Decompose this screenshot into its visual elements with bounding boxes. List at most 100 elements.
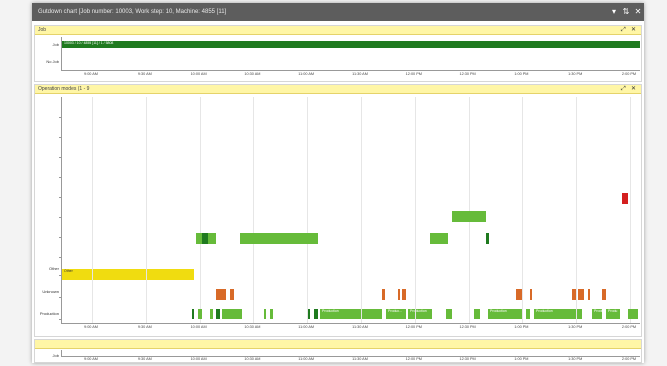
state-segment[interactable]: [578, 289, 584, 300]
state-segment[interactable]: [202, 233, 208, 244]
production-bar[interactable]: Production: [408, 309, 432, 319]
gridline: [199, 97, 201, 323]
gridline: [92, 97, 93, 323]
operation-modes-panel: Operation modes (1 - 9 ⤢ ✕ Other Unknown…: [34, 84, 642, 337]
production-bar[interactable]: Produ: [606, 309, 620, 319]
production-bar[interactable]: Production: [592, 309, 611, 319]
state-segment[interactable]: [398, 289, 400, 300]
state-segment[interactable]: [314, 309, 318, 319]
state-segment[interactable]: [486, 233, 489, 244]
x-tick-label: 9:00 AM: [84, 325, 98, 329]
x-tick-label: 9:30 AM: [137, 357, 152, 361]
gridline: [630, 97, 631, 323]
x-tick-label: 2:00 PM: [621, 325, 637, 329]
state-segment[interactable]: [270, 309, 273, 319]
row-label-other: Other: [48, 266, 59, 271]
state-segment[interactable]: [588, 289, 590, 300]
row-label-production: Production: [39, 311, 59, 316]
state-segment[interactable]: [572, 289, 576, 300]
job-bar-label: 10003 / 10 / 4855 [11] / 1 / 5808: [64, 41, 114, 45]
x-tick-label: 1:30 PM: [568, 72, 583, 76]
x-tick-label: 12:00 PM: [405, 72, 422, 76]
gridline: [522, 97, 524, 323]
state-segment[interactable]: [240, 233, 318, 244]
operation-modes-header: Operation modes (1 - 9 ⤢ ✕: [35, 85, 641, 94]
x-tick-label: 11:30 AM: [352, 357, 368, 361]
state-segment[interactable]: [222, 309, 242, 319]
state-segment[interactable]: [430, 233, 448, 244]
y-tick: [59, 137, 62, 138]
y-tick: [59, 117, 62, 118]
gridline: [414, 97, 416, 323]
gridline: [468, 97, 470, 323]
state-segment[interactable]: [446, 309, 452, 319]
production-bar[interactable]: Produc...: [386, 309, 406, 319]
y-tick: [59, 217, 62, 218]
x-tick-label: 9:30 AM: [137, 72, 152, 76]
x-tick-label: 11:30 AM: [352, 72, 368, 76]
close-icon[interactable]: ✕: [631, 26, 636, 34]
state-segment[interactable]: [216, 289, 226, 300]
state-segment[interactable]: [516, 289, 522, 300]
state-segment[interactable]: [230, 289, 234, 300]
state-segment[interactable]: [452, 211, 486, 222]
x-tick-label: 11:00 AM: [298, 357, 315, 361]
pin-icon[interactable]: ⤢: [621, 85, 626, 93]
state-segment[interactable]: [474, 309, 480, 319]
x-tick-label: 11:00 AM: [298, 72, 315, 76]
x-tick-label: 1:00 PM: [514, 72, 529, 76]
restore-button[interactable]: ⇅: [620, 3, 632, 21]
state-segment[interactable]: [264, 309, 266, 319]
state-segment[interactable]: [602, 289, 606, 300]
production-bar[interactable]: Production: [320, 309, 382, 319]
close-icon[interactable]: ✕: [631, 85, 636, 93]
state-segment[interactable]: [216, 309, 220, 319]
state-segment[interactable]: [308, 309, 310, 319]
x-tick-label: 9:30 AM: [137, 325, 152, 329]
production-bar[interactable]: Production: [488, 309, 522, 319]
state-segment[interactable]: [210, 309, 213, 319]
job-panel-header: Job ⤢ ✕: [35, 26, 641, 35]
collapse-button[interactable]: ▾: [608, 3, 620, 21]
other-bar[interactable]: Other: [62, 269, 194, 280]
row-label-job: Job: [52, 42, 59, 47]
x-tick-label: 1:30 PM: [568, 325, 583, 329]
x-tick-label: 10:30 AM: [244, 72, 261, 76]
state-segment[interactable]: [628, 309, 638, 319]
pin-icon[interactable]: ⤢: [621, 26, 626, 34]
job-lower-plot-area: [61, 350, 640, 357]
x-tick-label: 1:00 PM: [514, 325, 529, 329]
x-tick-label: 11:00 AM: [298, 325, 315, 329]
gridline: [253, 97, 255, 323]
x-tick-label: 10:00 AM: [190, 357, 207, 361]
state-segment[interactable]: [530, 289, 532, 300]
state-segment[interactable]: [198, 309, 202, 319]
state-segment[interactable]: [526, 309, 530, 319]
close-button[interactable]: ✕: [632, 3, 644, 21]
job-bar[interactable]: 10003 / 10 / 4855 [11] / 1 / 5808: [62, 41, 640, 48]
alarm-bar[interactable]: [622, 193, 628, 204]
job-plot-area: 10003 / 10 / 4855 [11] / 1 / 5808: [61, 37, 640, 71]
x-tick-label: 11:30 AM: [352, 325, 368, 329]
x-tick-label: 12:00 PM: [405, 357, 422, 361]
row-label-job-lower: Job: [52, 353, 59, 358]
y-tick: [59, 157, 62, 158]
state-segment[interactable]: [402, 289, 406, 300]
gridline: [307, 97, 309, 323]
x-tick-label: 1:00 PM: [514, 357, 529, 361]
y-tick: [59, 237, 62, 238]
gantt-window: Gutdown chart [Job number: 10003, Work s…: [32, 3, 644, 363]
window-titlebar: Gutdown chart [Job number: 10003, Work s…: [32, 3, 644, 21]
gridline: [361, 97, 362, 323]
state-segment[interactable]: [382, 289, 385, 300]
gridline: [145, 97, 147, 323]
y-tick: [59, 197, 62, 198]
x-tick-label: 9:00 AM: [84, 72, 98, 76]
production-bar[interactable]: Production: [534, 309, 582, 319]
operation-modes-plot-area: Other Production Produc... Production Pr…: [59, 97, 640, 324]
window-title: Gutdown chart [Job number: 10003, Work s…: [38, 9, 227, 15]
x-tick-label: 10:30 AM: [244, 325, 261, 329]
operation-modes-title: Operation modes (1 - 9: [38, 86, 90, 92]
x-tick-label: 9:00 AM: [84, 357, 98, 361]
state-segment[interactable]: [192, 309, 194, 319]
